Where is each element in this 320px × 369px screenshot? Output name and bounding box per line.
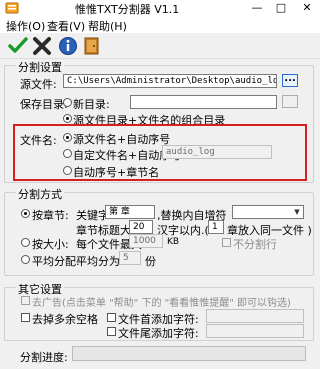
title-size-input[interactable]: 20 [129, 220, 153, 234]
no-split-line-checkbox[interactable] [222, 238, 231, 247]
remove-ads-label: 去广告(点击菜单 "帮助" 下的 "看看惟惟提醒" 即可以钩选) [32, 298, 291, 309]
keyword-input[interactable]: 第 章 [105, 205, 155, 219]
average-unit-label: 份 [145, 255, 156, 268]
header-add-input[interactable] [206, 309, 304, 323]
check-icon[interactable] [8, 36, 28, 56]
info-icon[interactable] [58, 36, 78, 56]
new-dir-radio[interactable] [63, 98, 72, 107]
menu-help[interactable]: 帮助(H) [88, 18, 127, 34]
app-icon [5, 2, 19, 14]
filename-option-chapter-label: 自动序号+章节名 [73, 166, 160, 179]
new-dir-browse-button[interactable] [282, 95, 298, 108]
menu-view[interactable]: 查看(V) [47, 18, 85, 34]
browse-button[interactable]: ... [282, 74, 298, 87]
source-file-label: 源文件: [20, 78, 57, 91]
by-chapter-radio[interactable] [21, 209, 30, 218]
filename-option-chapter-radio[interactable] [63, 166, 72, 175]
header-add-checkbox[interactable] [107, 313, 116, 322]
by-size-label: 按大小: [32, 238, 69, 251]
no-split-line-label: 不分割行 [233, 238, 277, 251]
custom-filename-input[interactable]: audio_log [162, 145, 272, 159]
progress-label: 分割进度: [20, 351, 68, 364]
close-button[interactable]: ✕ [296, 0, 318, 16]
within-label: 汉字以内.( [157, 224, 209, 237]
footer-add-checkbox[interactable] [107, 327, 116, 336]
average-count-input[interactable]: 5 [119, 251, 141, 265]
chevron-down-icon[interactable]: ▼ [291, 206, 303, 218]
split-settings-title: 分割设置 [16, 59, 64, 75]
chapters-per-file-input[interactable]: 1 [208, 220, 224, 234]
remove-blank-checkbox[interactable] [21, 313, 30, 322]
max-size-input[interactable]: 1000 [129, 234, 163, 248]
new-dir-label: 新目录: [73, 98, 110, 111]
footer-add-input[interactable] [206, 324, 304, 338]
split-mode-title: 分割方式 [16, 186, 64, 202]
maximize-button[interactable]: □ [270, 0, 292, 16]
filename-option-source-radio[interactable] [63, 133, 72, 142]
save-dir-label: 保存目录: [20, 98, 68, 111]
filename-option-custom-radio[interactable] [63, 149, 72, 158]
footer-add-label: 文件尾添加字符: [118, 327, 199, 340]
minimize-button[interactable]: — [246, 0, 268, 16]
window-title: 惟惟TXT分割器 V1.1 [75, 3, 180, 16]
split-progress-bar [72, 346, 306, 361]
average-into-label: 平均分为 [76, 255, 120, 268]
filename-option-source-label: 源文件名+自动序号 [73, 133, 171, 146]
exit-door-icon[interactable] [82, 36, 102, 56]
by-size-radio[interactable] [21, 238, 30, 247]
size-unit-label: KB [167, 237, 180, 247]
remove-blank-label: 去掉多余空格 [32, 313, 98, 326]
source-dir-radio[interactable] [63, 114, 72, 123]
average-label: 平均分配: [32, 255, 80, 268]
remove-ads-checkbox[interactable] [21, 296, 30, 305]
new-dir-input[interactable] [130, 95, 277, 109]
by-chapter-label: 按章节: [32, 209, 69, 222]
x-icon[interactable] [32, 36, 52, 56]
filename-label: 文件名: [20, 134, 57, 147]
average-radio[interactable] [21, 255, 30, 264]
source-file-input[interactable]: C:\Users\Administrator\Desktop\audio_log… [63, 74, 277, 88]
menu-operation[interactable]: 操作(O) [6, 18, 45, 34]
